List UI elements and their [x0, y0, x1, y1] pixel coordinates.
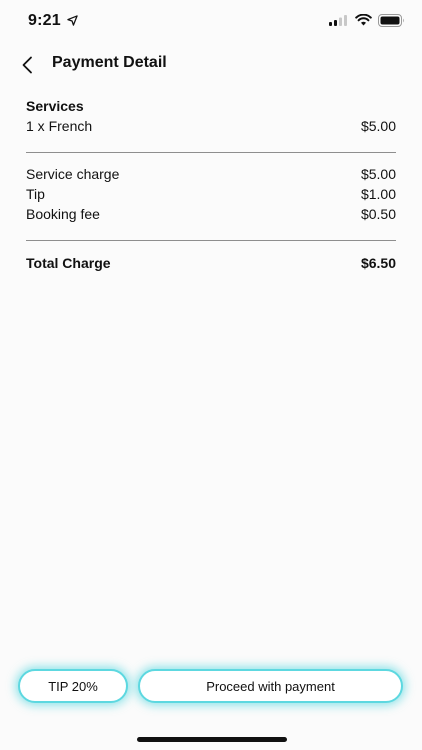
location-arrow-icon — [67, 15, 78, 26]
tip-button[interactable]: TIP 20% — [18, 669, 128, 703]
service-item-amount: $5.00 — [360, 118, 396, 134]
services-heading: Services — [26, 98, 84, 114]
charge-row-tip: Tip $1.00 — [26, 184, 396, 204]
service-item-row: 1 x French $5.00 — [26, 116, 396, 136]
charge-row-service: Service charge $5.00 — [26, 164, 396, 184]
total-amount: $6.50 — [360, 255, 396, 271]
cellular-signal-icon — [329, 15, 347, 26]
divider — [26, 240, 396, 241]
charge-label: Service charge — [26, 166, 120, 182]
wifi-icon — [355, 14, 372, 26]
total-row: Total Charge $6.50 — [26, 253, 396, 273]
divider — [26, 152, 396, 153]
charge-label: Tip — [26, 186, 45, 202]
nav-bar: Payment Detail — [0, 44, 422, 84]
battery-icon — [378, 14, 404, 27]
charge-amount: $1.00 — [360, 186, 396, 202]
charge-amount: $5.00 — [360, 166, 396, 182]
service-item-label: 1 x French — [26, 118, 93, 134]
back-button[interactable] — [14, 52, 40, 78]
page-title: Payment Detail — [52, 54, 167, 71]
home-indicator — [137, 737, 287, 742]
status-time: 9:21 — [28, 12, 61, 29]
total-label: Total Charge — [26, 255, 111, 271]
status-bar: 9:21 — [0, 0, 422, 44]
charge-label: Booking fee — [26, 206, 100, 222]
chevron-left-icon — [22, 56, 32, 74]
charge-row-booking-fee: Booking fee $0.50 — [26, 204, 396, 224]
charge-amount: $0.50 — [360, 206, 396, 222]
proceed-payment-button[interactable]: Proceed with payment — [138, 669, 403, 703]
